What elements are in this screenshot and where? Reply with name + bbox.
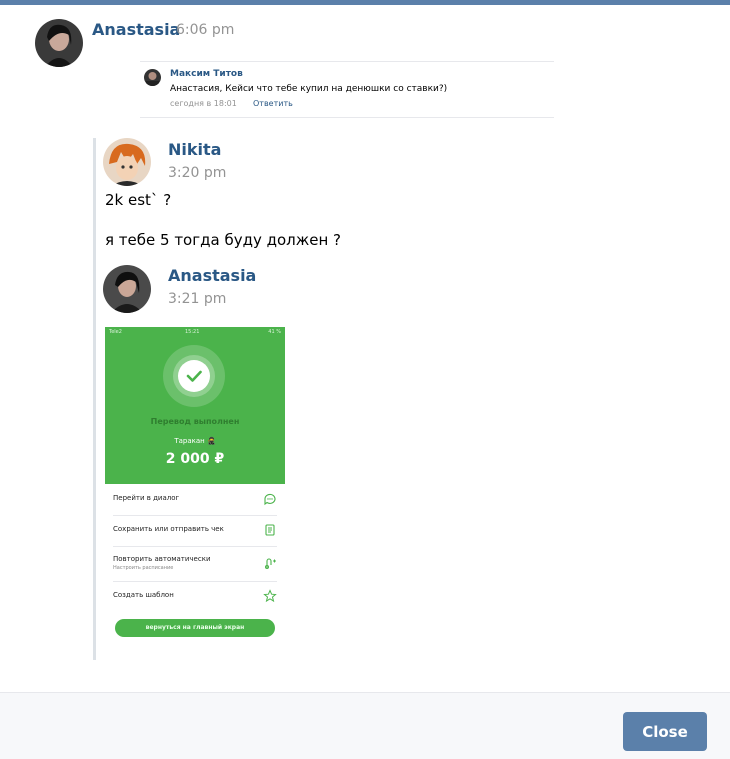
chat-icon bbox=[263, 492, 277, 506]
message-line-1: 2k est` ? bbox=[105, 191, 172, 209]
status-clock: 15:21 bbox=[185, 329, 200, 335]
nikita-avatar[interactable] bbox=[103, 138, 151, 186]
quoted-comment: Максим Титов Анастасия, Кейси что тебе к… bbox=[140, 61, 554, 120]
receipt-icon bbox=[263, 523, 277, 537]
commenter-avatar bbox=[144, 69, 161, 86]
action-go-to-dialog: Перейти в диалог bbox=[113, 485, 277, 516]
comment-reply-link: Ответить bbox=[253, 99, 293, 108]
checkmark-icon bbox=[178, 360, 210, 392]
message-line-2: я тебе 5 тогда буду должен ? bbox=[105, 231, 342, 249]
comment-text: Анастасия, Кейси что тебе купил на денюш… bbox=[170, 84, 448, 94]
status-battery: 41 % bbox=[268, 329, 281, 335]
star-icon bbox=[263, 589, 277, 603]
comment-date: сегодня в 18:01 bbox=[170, 99, 237, 108]
nikita-time[interactable]: 3:20 pm bbox=[168, 165, 226, 181]
comment-divider bbox=[140, 117, 554, 118]
action-label: Повторить автоматически bbox=[113, 555, 211, 563]
top-accent-bar bbox=[0, 0, 730, 5]
anastasia-avatar[interactable] bbox=[103, 265, 151, 313]
author-avatar[interactable] bbox=[35, 19, 83, 67]
transfer-screenshot[interactable]: Tele2 15:21 41 % Перевод выполнен Тарака… bbox=[105, 327, 285, 645]
post-time[interactable]: 6:06 pm bbox=[176, 22, 234, 38]
post-author-name[interactable]: Anastasia bbox=[92, 20, 180, 39]
action-repeat: Повторить автоматически Настроить распис… bbox=[113, 547, 277, 582]
dialog-footer bbox=[0, 692, 730, 759]
nikita-name[interactable]: Nikita bbox=[168, 140, 221, 159]
anastasia-name[interactable]: Anastasia bbox=[168, 266, 256, 285]
repeat-icon bbox=[263, 556, 277, 570]
action-save-receipt: Сохранить или отправить чек bbox=[113, 516, 277, 547]
return-home-button: вернуться на главный экран bbox=[115, 619, 275, 637]
transfer-header: Tele2 15:21 41 % Перевод выполнен Тарака… bbox=[105, 327, 285, 484]
forwarded-quote-bar bbox=[93, 138, 96, 660]
action-label: Перейти в диалог bbox=[113, 494, 180, 502]
action-sublabel: Настроить расписание bbox=[113, 565, 174, 571]
action-create-template: Создать шаблон bbox=[113, 582, 277, 612]
transfer-status-text: Перевод выполнен bbox=[150, 417, 240, 426]
anastasia-time[interactable]: 3:21 pm bbox=[168, 291, 226, 307]
transfer-amount: 2 000 ₽ bbox=[165, 451, 225, 467]
action-label: Сохранить или отправить чек bbox=[113, 525, 224, 533]
action-label: Создать шаблон bbox=[113, 591, 174, 599]
status-carrier: Tele2 bbox=[109, 329, 122, 335]
commenter-name: Максим Титов bbox=[170, 69, 243, 79]
transfer-recipient: Таракан 🥷 bbox=[174, 437, 216, 445]
close-button[interactable]: Close bbox=[623, 712, 707, 751]
